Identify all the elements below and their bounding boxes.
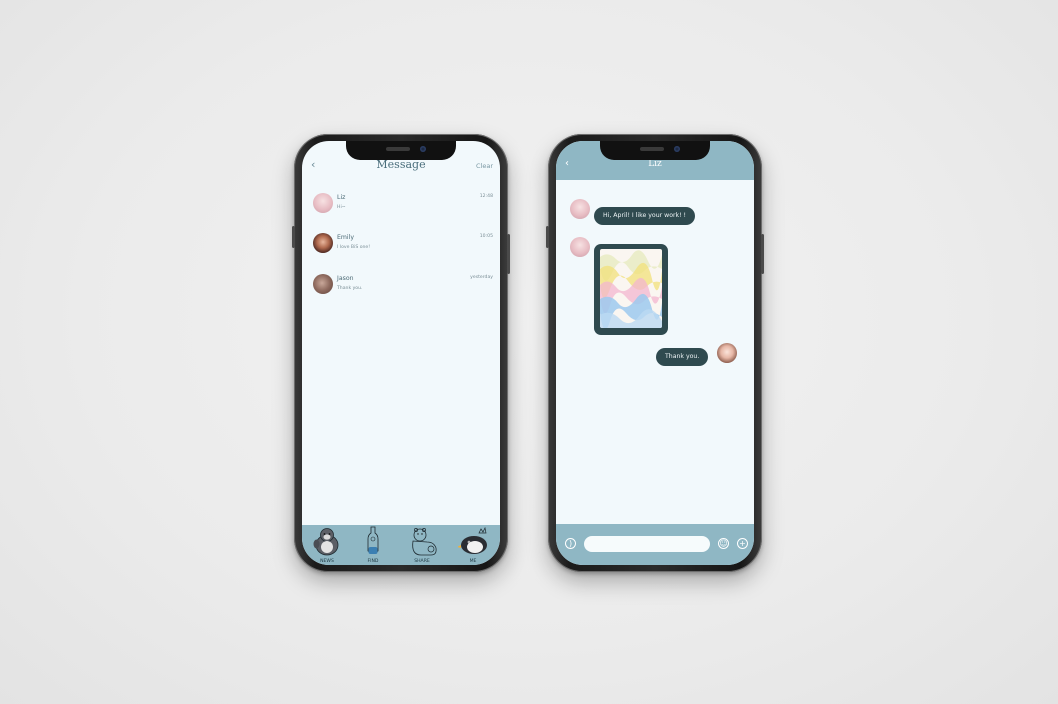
conversation-preview: Thank you.	[337, 286, 363, 291]
phone-side-button	[292, 226, 295, 248]
phone-side-button	[546, 226, 549, 248]
conversation-time: 12:48	[479, 194, 493, 199]
phone-message-list: ‹ Message Clear Liz Hi~ 12:48 Emily I lo…	[292, 134, 510, 572]
conversation-preview: Hi~	[337, 205, 346, 210]
tab-bar: NEWS FIND SHARE ME	[302, 525, 500, 565]
avatar	[313, 274, 333, 294]
voice-icon[interactable]: )	[565, 538, 576, 549]
tab-label: NEWS	[320, 559, 334, 564]
message-bubble-sent: Thank you.	[656, 348, 709, 366]
phone-chat: ‹ Liz Hi, April! I like your work! ! Tha…	[546, 134, 764, 572]
message-bubble-received: Hi, April! I like your work! !	[594, 207, 696, 225]
conversation-time: 10:05	[479, 234, 493, 239]
tab-share[interactable]: SHARE	[400, 525, 444, 565]
tab-label: SHARE	[414, 559, 430, 564]
avatar	[717, 343, 737, 363]
tab-label: FIND	[367, 559, 379, 564]
conversation-name: Liz	[337, 194, 346, 201]
penguin-crown-icon	[458, 526, 487, 554]
chat-screen: ‹ Liz Hi, April! I like your work! ! Tha…	[556, 141, 754, 565]
marbled-artwork	[600, 249, 662, 328]
chat-input-bar: ) ☺ +	[556, 524, 754, 565]
phone-notch	[346, 141, 456, 160]
tab-find[interactable]: FIND	[351, 525, 395, 565]
conversation-item-jason[interactable]: Jason Thank you. yesterday	[302, 270, 500, 300]
conversation-item-liz[interactable]: Liz Hi~ 12:48	[302, 189, 500, 219]
tab-me[interactable]: ME	[451, 525, 495, 565]
conversation-item-emily[interactable]: Emily I love BiS one! 10:05	[302, 229, 500, 259]
conversation-time: yesterday	[470, 275, 493, 280]
bear-icon	[412, 528, 437, 556]
speaker	[386, 147, 410, 151]
message-input[interactable]	[584, 536, 710, 552]
emoji-icon[interactable]: ☺	[718, 538, 729, 549]
image-message[interactable]	[594, 244, 668, 335]
camera-icon	[420, 146, 426, 152]
camera-icon	[674, 146, 680, 152]
tab-label: ME	[469, 559, 477, 564]
conversation-name: Emily	[337, 234, 355, 241]
phone-power-button	[761, 234, 764, 274]
avatar	[570, 199, 590, 219]
penguin-icon	[313, 528, 339, 556]
bottle-figure-icon	[367, 526, 379, 554]
clear-button[interactable]: Clear	[476, 162, 493, 170]
avatar	[313, 193, 333, 213]
message-screen: ‹ Message Clear Liz Hi~ 12:48 Emily I lo…	[302, 141, 500, 565]
conversation-preview: I love BiS one!	[337, 245, 371, 250]
tab-news[interactable]: NEWS	[305, 525, 349, 565]
artwork-image	[600, 250, 662, 328]
chat-title: Liz	[648, 159, 662, 169]
speaker	[640, 147, 664, 151]
plus-icon[interactable]: +	[737, 538, 748, 549]
avatar	[313, 233, 333, 253]
phone-power-button	[507, 234, 510, 274]
avatar	[570, 237, 590, 257]
conversation-name: Jason	[337, 275, 354, 282]
phone-notch	[600, 141, 710, 160]
